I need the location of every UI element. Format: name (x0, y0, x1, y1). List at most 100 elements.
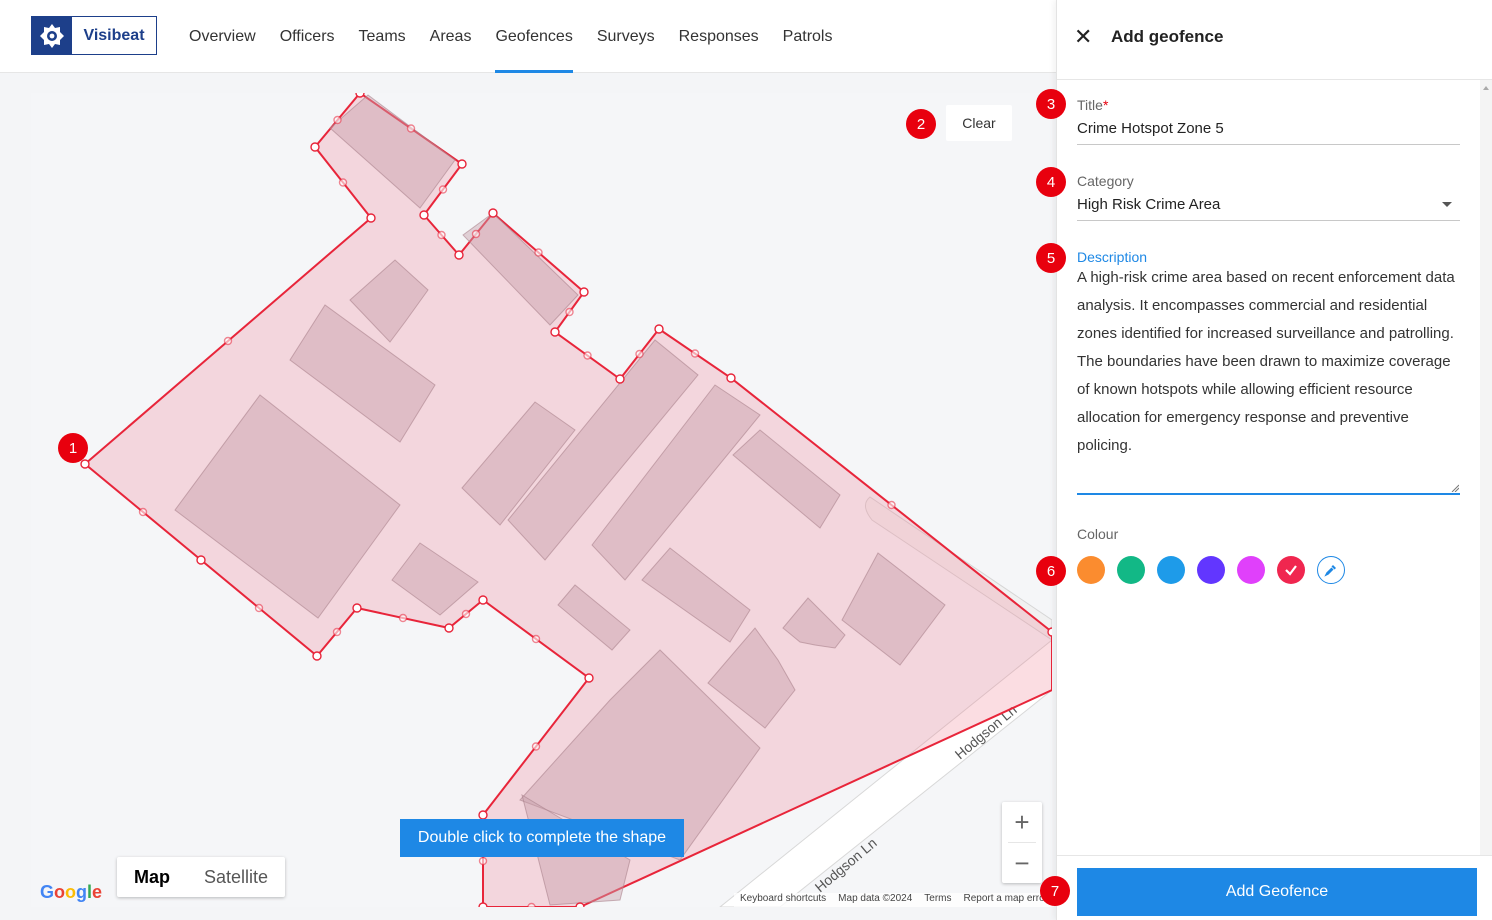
midpoint-handle[interactable] (461, 609, 471, 619)
nav-responses[interactable]: Responses (679, 0, 759, 73)
colour-label: Colour (1077, 526, 1119, 542)
vertex-handle[interactable] (478, 595, 488, 605)
panel-header: ✕ Add geofence (1057, 0, 1492, 80)
resize-grip-icon[interactable] (1451, 484, 1459, 492)
vertex-handle[interactable] (80, 459, 90, 469)
vertex-handle[interactable] (1047, 627, 1052, 637)
midpoint-handle[interactable] (437, 230, 446, 240)
nav-surveys[interactable]: Surveys (597, 0, 655, 73)
terms-link[interactable]: Terms (918, 893, 957, 907)
description-textarea[interactable]: A high-risk crime area based on recent e… (1077, 264, 1461, 460)
vertex-handle[interactable] (352, 603, 362, 613)
map-type-map-button[interactable]: Map (117, 857, 187, 897)
map-container: Hodgson Ln Hodgson Ln 1 2 (0, 73, 1056, 920)
vertex-handle[interactable] (366, 213, 376, 223)
vertex-handle[interactable] (579, 287, 589, 297)
vertex-handle[interactable] (310, 142, 320, 152)
colour-picker-button[interactable] (1317, 556, 1345, 584)
vertex-handle[interactable] (726, 373, 736, 383)
category-field-label: Category (1077, 173, 1134, 189)
midpoint-handle[interactable] (887, 500, 896, 510)
nav-geofences[interactable]: Geofences (495, 0, 574, 73)
midpoint-handle[interactable] (534, 248, 543, 257)
vertex-handle[interactable] (654, 324, 664, 334)
panel-scrollbar[interactable] (1480, 80, 1492, 855)
vertex-handle[interactable] (478, 810, 488, 820)
colour-swatch-green[interactable] (1117, 556, 1145, 584)
midpoint-handle[interactable] (254, 603, 264, 613)
midpoint-handle[interactable] (338, 178, 348, 187)
map-drawing[interactable]: Hodgson Ln Hodgson Ln (31, 93, 1052, 907)
clear-button[interactable]: Clear (946, 105, 1012, 141)
midpoint-handle[interactable] (406, 124, 416, 133)
title-input-underline (1077, 144, 1460, 145)
midpoint-handle[interactable] (635, 349, 644, 359)
nav-officers[interactable]: Officers (280, 0, 335, 73)
panel-footer: Add Geofence (1057, 855, 1492, 920)
vertex-handle[interactable] (419, 210, 429, 220)
midpoint-handle[interactable] (527, 902, 536, 908)
nav-overview[interactable]: Overview (189, 0, 256, 73)
midpoint-handle[interactable] (531, 742, 541, 751)
nav-areas[interactable]: Areas (430, 0, 472, 73)
step-marker-1: 1 (58, 433, 88, 463)
midpoint-handle[interactable] (690, 349, 700, 358)
colour-swatches (1077, 556, 1357, 584)
title-field-label: Title* (1077, 97, 1109, 113)
vertex-handle[interactable] (444, 623, 454, 633)
colour-swatch-blue[interactable] (1157, 556, 1185, 584)
close-icon[interactable]: ✕ (1074, 26, 1094, 48)
vertex-handle[interactable] (488, 208, 498, 218)
eyedropper-icon (1324, 565, 1336, 577)
vertex-handle[interactable] (615, 374, 625, 384)
vertex-handle[interactable] (355, 93, 365, 98)
map-type-satellite-button[interactable]: Satellite (187, 857, 285, 897)
brand-name: Visibeat (83, 26, 145, 44)
map-type-toggle: Map Satellite (117, 857, 286, 897)
midpoint-handle[interactable] (333, 115, 342, 125)
zoom-in-button[interactable]: + (1002, 802, 1042, 842)
zoom-out-button[interactable]: − (1002, 843, 1042, 883)
vertex-handle[interactable] (575, 902, 585, 907)
midpoint-handle[interactable] (531, 634, 541, 644)
step-marker-4: 4 (1036, 167, 1066, 197)
midpoint-handle[interactable] (138, 507, 148, 517)
checkmark-icon (1285, 565, 1297, 576)
colour-swatch-red-selected[interactable] (1277, 556, 1305, 584)
google-logo[interactable]: Google (40, 882, 102, 903)
category-select[interactable]: High Risk Crime Area (1077, 196, 1220, 213)
step-marker-3: 3 (1036, 89, 1066, 119)
nav-teams[interactable]: Teams (359, 0, 406, 73)
midpoint-handle[interactable] (471, 229, 481, 239)
vertex-handle[interactable] (584, 673, 594, 683)
midpoint-handle[interactable] (223, 336, 233, 346)
step-marker-2: 2 (906, 109, 936, 139)
vertex-handle[interactable] (478, 902, 488, 907)
midpoint-handle[interactable] (398, 613, 408, 623)
app-logo[interactable]: Visibeat (31, 16, 157, 55)
map-canvas[interactable]: Hodgson Ln Hodgson Ln (31, 93, 1052, 907)
midpoint-handle[interactable] (332, 627, 342, 637)
dropdown-arrow-icon[interactable] (1442, 202, 1452, 207)
keyboard-shortcuts-link[interactable]: Keyboard shortcuts (734, 893, 832, 907)
vertex-handle[interactable] (312, 651, 322, 661)
add-geofence-button[interactable]: Add Geofence (1077, 868, 1477, 916)
midpoint-handle[interactable] (438, 185, 448, 194)
main-nav: Overview Officers Teams Areas Geofences … (189, 0, 856, 73)
midpoint-handle[interactable] (478, 856, 488, 866)
midpoint-handle[interactable] (583, 351, 592, 360)
complete-shape-hint: Double click to complete the shape (400, 819, 684, 857)
vertex-handle[interactable] (196, 555, 206, 565)
vertex-handle[interactable] (550, 327, 560, 337)
report-error-link[interactable]: Report a map error (958, 893, 1054, 907)
colour-swatch-orange[interactable] (1077, 556, 1105, 584)
colour-swatch-purple[interactable] (1197, 556, 1225, 584)
nav-patrols[interactable]: Patrols (783, 0, 833, 73)
police-crest-icon (32, 17, 72, 54)
description-field-label: Description (1077, 249, 1148, 265)
midpoint-handle[interactable] (565, 307, 574, 317)
title-input[interactable]: Crime Hotspot Zone 5 (1077, 120, 1224, 137)
vertex-handle[interactable] (454, 250, 464, 260)
vertex-handle[interactable] (457, 159, 467, 169)
colour-swatch-magenta[interactable] (1237, 556, 1265, 584)
